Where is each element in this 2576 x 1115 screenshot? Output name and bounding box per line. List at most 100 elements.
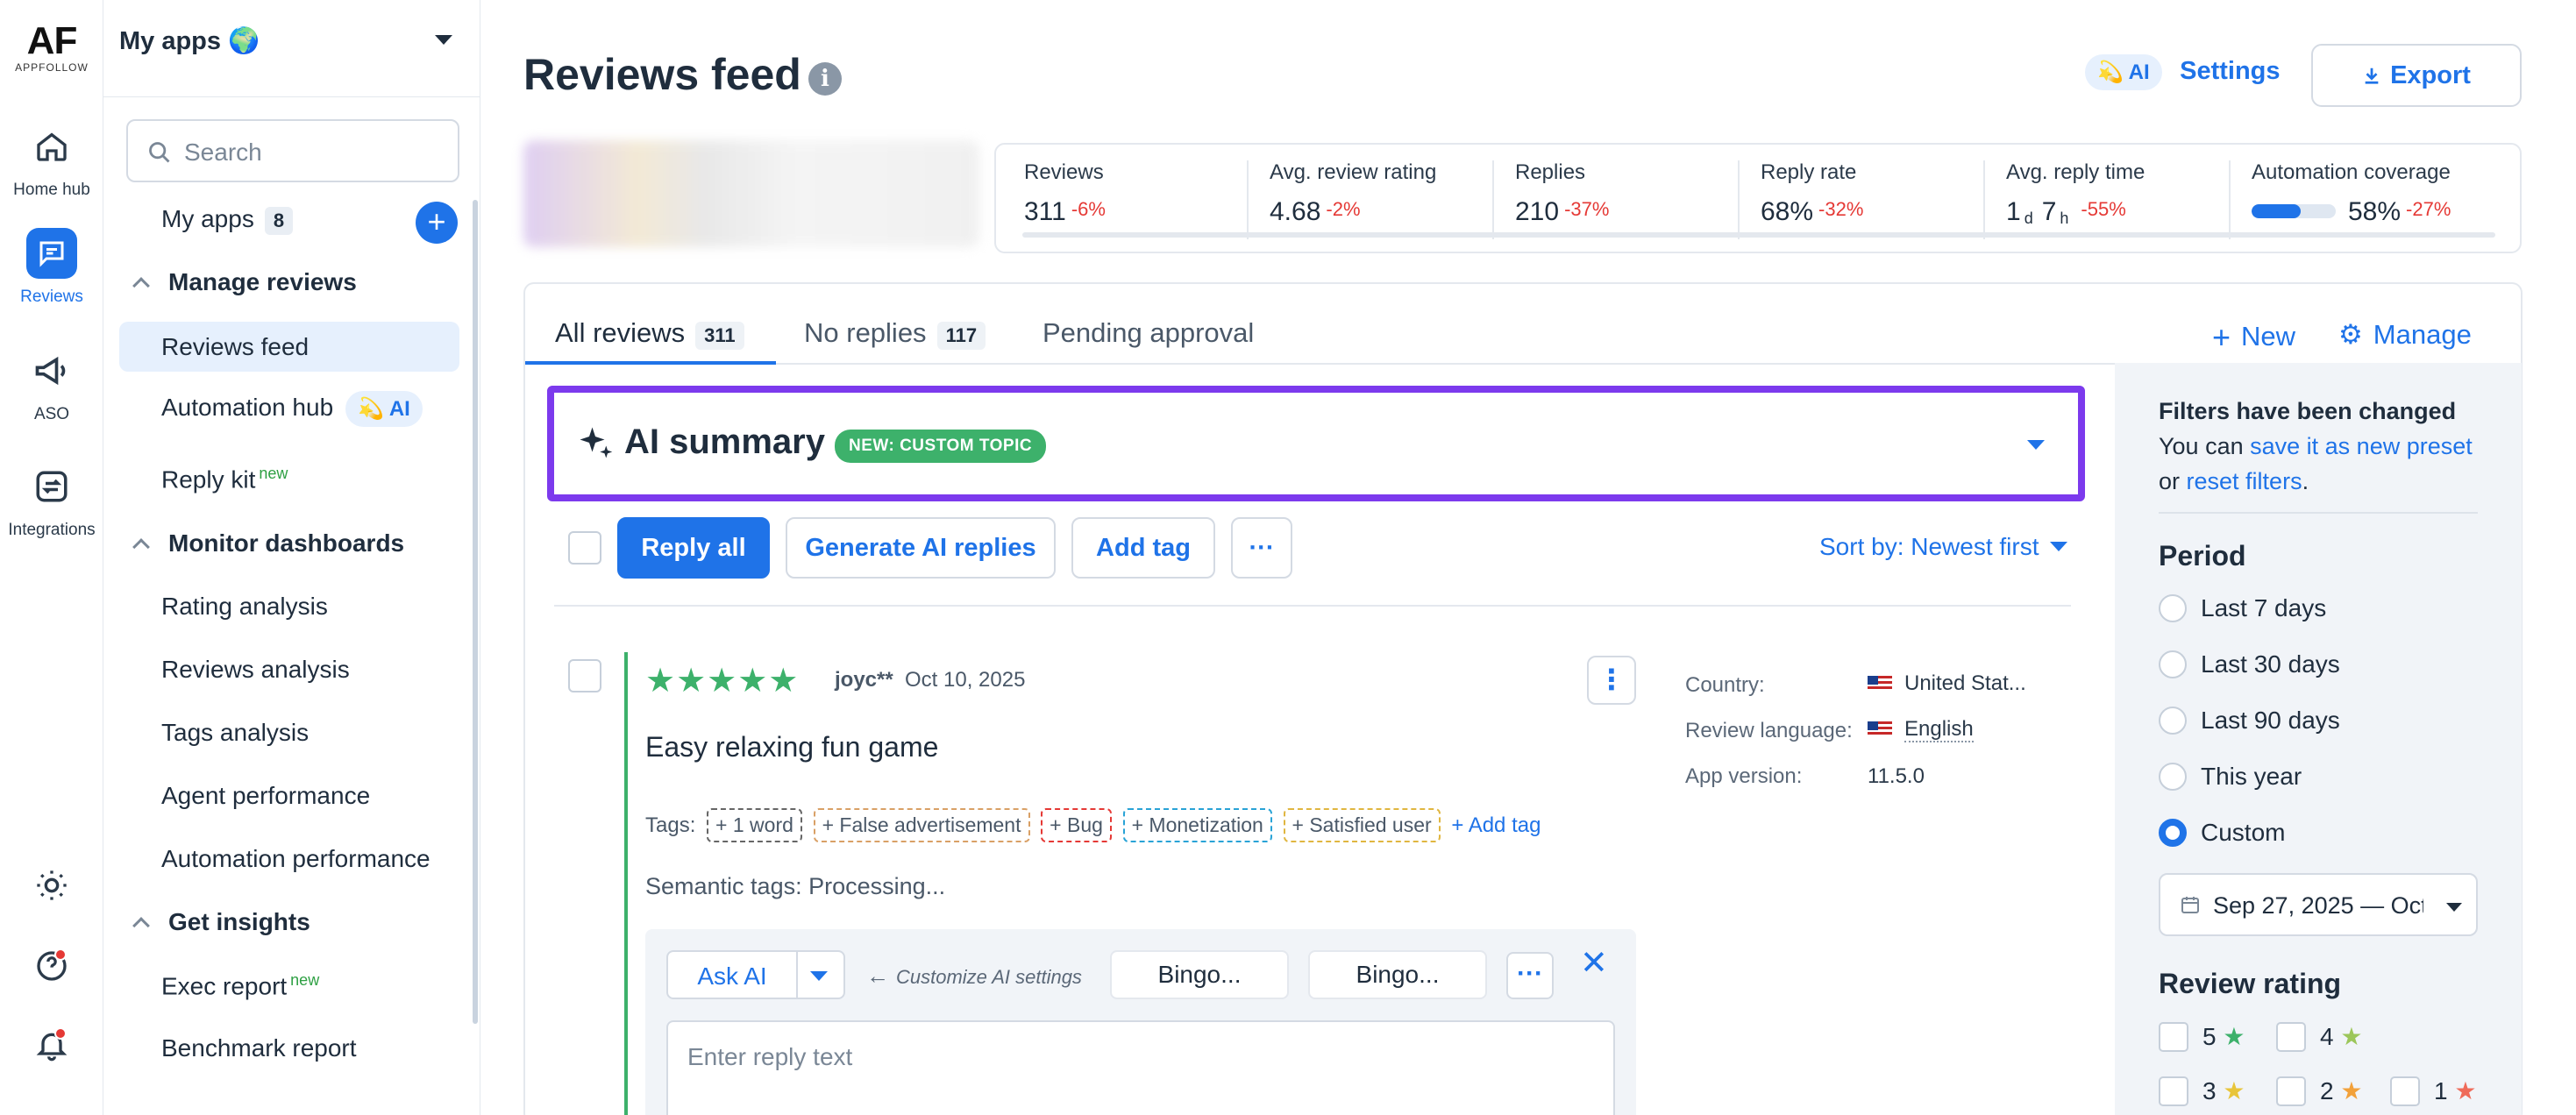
theme-toggle[interactable]	[0, 868, 103, 907]
ai-settings-link[interactable]: 💫 AI Settings	[2085, 54, 2281, 90]
radio-last-7-days[interactable]	[2159, 594, 2187, 622]
plus-icon: +	[2212, 319, 2231, 355]
info-icon[interactable]: i	[808, 62, 842, 96]
add-tag-button[interactable]: Add tag	[1071, 517, 1215, 579]
rail-aso[interactable]: ASO	[0, 345, 103, 424]
sidebar-scrollbar[interactable]	[473, 200, 478, 1024]
period-heading: Period	[2159, 540, 2246, 572]
add-tag-link[interactable]: + Add tag	[1451, 813, 1541, 837]
sidebar-item-my-apps[interactable]: My apps 8	[161, 205, 294, 235]
tag-chip[interactable]: + Bug	[1041, 808, 1112, 842]
tag-chip[interactable]: + 1 word	[707, 808, 802, 842]
search-icon	[149, 142, 170, 163]
calendar-icon	[2181, 897, 2199, 913]
more-actions-button[interactable]: ···	[1231, 517, 1292, 579]
rail-integrations[interactable]: Integrations	[0, 461, 103, 540]
review-title: Easy relaxing fun game	[645, 731, 939, 763]
stats-bar: Reviews 311 -6% Avg. review rating 4.68 -2…	[994, 143, 2522, 253]
select-all-checkbox[interactable]	[568, 531, 601, 565]
sidebar-item-rating-analysis[interactable]: Rating analysis	[161, 593, 328, 621]
tag-chip[interactable]: + Satisfied user	[1283, 808, 1441, 842]
sidebar-item-automation-hub[interactable]: Automation hub 💫 AI	[161, 391, 423, 427]
search-input[interactable]: Search	[126, 119, 459, 182]
rating-4-checkbox[interactable]	[2276, 1022, 2306, 1052]
ai-badge: 💫 AI	[345, 391, 423, 427]
rail-reviews[interactable]: Reviews	[0, 228, 103, 307]
stat-avg-reply-time: Avg. reply time 1 d 7 h -55%	[2006, 160, 2145, 227]
ai-summary-card[interactable]: AI summary NEW: CUSTOM TOPIC	[547, 386, 2085, 501]
sidebar-item-tags-analysis[interactable]: Tags analysis	[161, 719, 309, 747]
close-icon[interactable]: ✕	[1580, 943, 1608, 983]
tag-chip[interactable]: + False advertisement	[813, 808, 1030, 842]
template-chip[interactable]: Bingo...	[1110, 950, 1289, 999]
radio-last-30-days[interactable]	[2159, 650, 2187, 678]
tab-pending-approval[interactable]: Pending approval	[1042, 317, 1254, 349]
rating-1-checkbox[interactable]	[2390, 1076, 2420, 1106]
reply-box: Ask AI ← Customize AI settings Bingo... B…	[645, 929, 1636, 1115]
notifications-button[interactable]	[0, 1027, 103, 1067]
star-icon: ★	[2454, 1077, 2477, 1104]
filters-reset-text: or reset filters.	[2159, 468, 2309, 494]
count-badge: 8	[264, 207, 294, 235]
sidebar-item-agent-performance[interactable]: Agent performance	[161, 782, 370, 810]
divider	[103, 96, 480, 97]
section-monitor-dashboards[interactable]: Monitor dashboards	[126, 529, 404, 558]
new-label: new	[290, 971, 320, 989]
section-manage-reviews[interactable]: Manage reviews	[126, 268, 357, 296]
sidebar-item-reviews-analysis[interactable]: Reviews analysis	[161, 656, 350, 684]
chevron-up-icon	[132, 277, 150, 295]
radio-last-90-days[interactable]	[2159, 707, 2187, 735]
stats-scrollbar[interactable]	[1022, 232, 2495, 238]
reply-text-input[interactable]: Enter reply text	[666, 1020, 1615, 1115]
tab-no-replies[interactable]: No replies 117	[804, 317, 986, 350]
chevron-down-icon[interactable]	[2027, 440, 2045, 450]
notification-dot	[54, 1027, 67, 1040]
chat-bubble-icon	[26, 228, 77, 279]
language-value: English	[1868, 717, 1974, 742]
tag-chip[interactable]: + Monetization	[1122, 808, 1272, 842]
customize-ai-settings-link[interactable]: ← Customize AI settings	[866, 962, 1082, 990]
new-tab-button[interactable]: + New	[2212, 319, 2295, 356]
add-app-button[interactable]: +	[416, 202, 458, 244]
country-value: United Stat...	[1868, 671, 2026, 696]
rating-3-checkbox[interactable]	[2159, 1076, 2188, 1106]
more-templates-button[interactable]: ···	[1506, 952, 1554, 999]
review-menu-button[interactable]: ⋮	[1587, 656, 1636, 705]
manage-tabs-button[interactable]: ⚙ Manage	[2338, 319, 2472, 351]
date-range-picker[interactable]: Sep 27, 2025 — Oct	[2159, 873, 2478, 936]
ask-ai-button[interactable]: Ask AI	[666, 950, 845, 999]
sort-dropdown[interactable]: Sort by: Newest first	[1819, 533, 2067, 561]
arrow-left-icon: ←	[866, 962, 889, 989]
save-preset-link[interactable]: save it as new preset	[2250, 433, 2473, 459]
chevron-up-icon	[132, 538, 150, 556]
divider	[554, 605, 2071, 607]
filters-changed-title: Filters have been changed	[2159, 398, 2457, 424]
sidebar-item-reviews-feed[interactable]: Reviews feed	[161, 333, 309, 361]
sidebar-item-reply-kit[interactable]: Reply kit new	[161, 465, 288, 494]
reset-filters-link[interactable]: reset filters	[2187, 468, 2302, 494]
section-get-insights[interactable]: Get insights	[126, 908, 310, 936]
stat-avg-rating: Avg. review rating 4.68 -2%	[1270, 160, 1437, 226]
app-selector[interactable]: My apps 🌍	[119, 26, 260, 56]
stat-reviews: Reviews 311 -6%	[1024, 160, 1106, 226]
chevron-down-icon[interactable]	[435, 35, 452, 45]
rating-5-checkbox[interactable]	[2159, 1022, 2188, 1052]
divider	[2159, 512, 2478, 514]
sidebar-item-automation-performance[interactable]: Automation performance	[161, 845, 431, 873]
star-icon: ★	[2223, 1023, 2245, 1050]
sidebar-item-exec-report[interactable]: Exec report new	[161, 971, 319, 1000]
template-chip[interactable]: Bingo...	[1308, 950, 1487, 999]
review-date: Oct 10, 2025	[905, 668, 1026, 692]
sidebar-item-benchmark-report[interactable]: Benchmark report	[161, 1034, 357, 1062]
rating-2-checkbox[interactable]	[2276, 1076, 2306, 1106]
tab-all-reviews[interactable]: All reviews 311	[555, 317, 744, 350]
generate-ai-replies-button[interactable]: Generate AI replies	[786, 517, 1056, 579]
rail-home-hub[interactable]: Home hub	[0, 121, 103, 200]
settings-link[interactable]: Settings	[2180, 57, 2280, 85]
export-button[interactable]: Export	[2311, 44, 2522, 107]
radio-this-year[interactable]	[2159, 763, 2187, 791]
help-button[interactable]	[0, 948, 103, 988]
radio-custom[interactable]	[2159, 819, 2187, 847]
reply-all-button[interactable]: Reply all	[617, 517, 770, 579]
review-checkbox[interactable]	[568, 659, 601, 692]
